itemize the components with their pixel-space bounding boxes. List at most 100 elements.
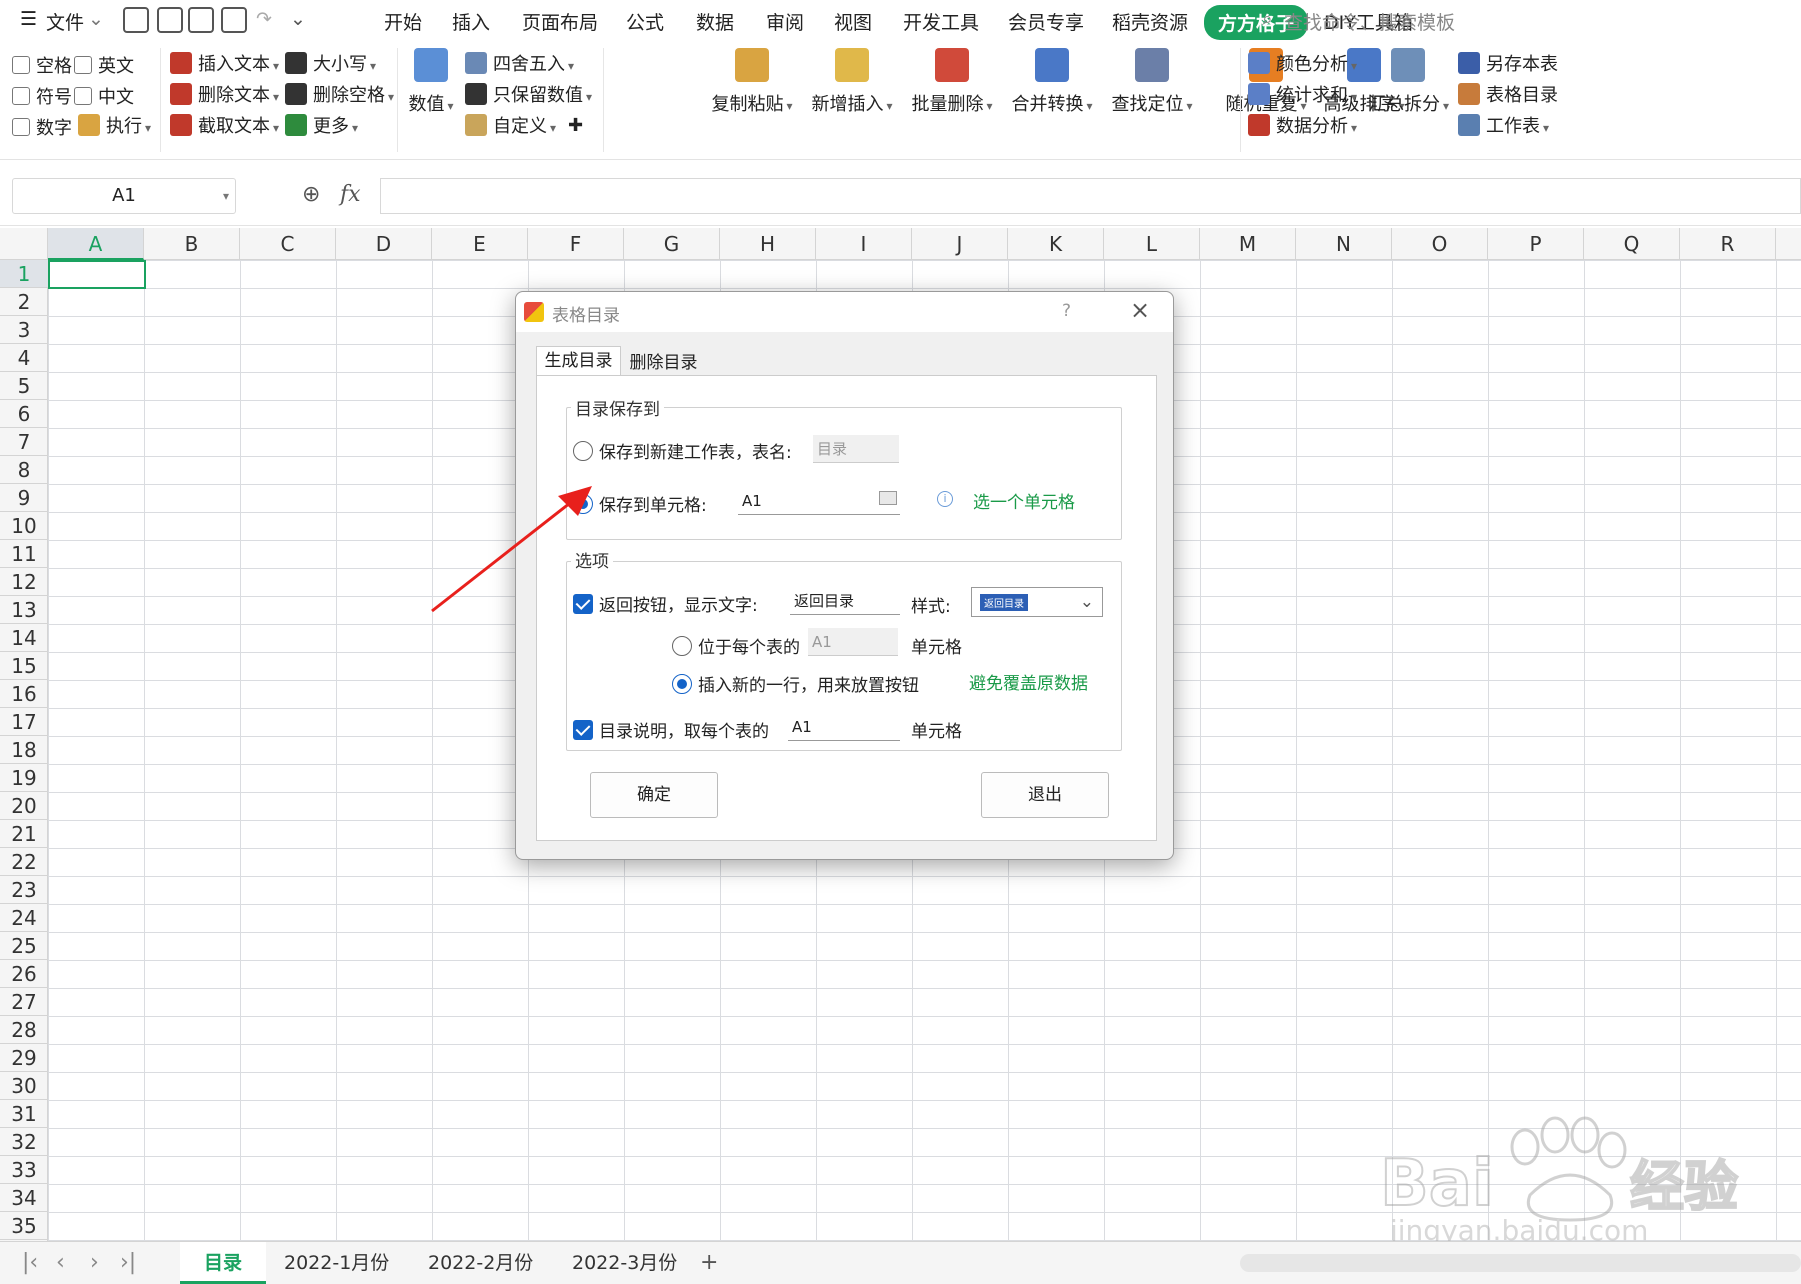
row-header-28[interactable]: 28	[0, 1016, 48, 1044]
range-select-icon[interactable]	[879, 491, 897, 505]
column-header-K[interactable]: K	[1008, 228, 1104, 260]
row-header-27[interactable]: 27	[0, 988, 48, 1016]
column-header-L[interactable]: L	[1104, 228, 1200, 260]
execute-button[interactable]: 执行	[78, 112, 151, 138]
close-icon[interactable]: ×	[1130, 296, 1150, 324]
menu-file[interactable]: 文件	[46, 8, 84, 35]
column-header-J[interactable]: J	[912, 228, 1008, 260]
horizontal-scrollbar[interactable]	[1240, 1254, 1801, 1272]
row-header-32[interactable]: 32	[0, 1128, 48, 1156]
row-header-22[interactable]: 22	[0, 848, 48, 876]
remove-space-button[interactable]: 删除空格	[285, 81, 394, 107]
row-header-29[interactable]: 29	[0, 1044, 48, 1072]
column-header-M[interactable]: M	[1200, 228, 1296, 260]
menu-tab-7[interactable]: 开发工具	[903, 8, 979, 35]
checkbox-icon[interactable]	[12, 87, 30, 105]
prev-sheet-icon[interactable]: ‹	[56, 1250, 65, 1275]
custom-button[interactable]: 自定义✚	[465, 112, 583, 138]
sheet-tab-2[interactable]: 2022-2月份	[404, 1242, 557, 1284]
menu-tab-9[interactable]: 稻壳资源	[1112, 8, 1188, 35]
column-header-F[interactable]: F	[528, 228, 624, 260]
sheet-tab-0[interactable]: 目录	[180, 1242, 267, 1284]
row-header-30[interactable]: 30	[0, 1072, 48, 1100]
more-button[interactable]: 更多	[285, 112, 358, 138]
insert-text-button[interactable]: 插入文本	[170, 50, 279, 76]
round-button[interactable]: 四舍五入	[465, 50, 574, 76]
print-preview-icon[interactable]	[221, 7, 247, 33]
fx-icon[interactable]: fx	[340, 182, 361, 207]
row-header-35[interactable]: 35	[0, 1212, 48, 1240]
column-header-B[interactable]: B	[144, 228, 240, 260]
last-sheet-icon[interactable]: ›|	[120, 1250, 136, 1275]
row-header-7[interactable]: 7	[0, 428, 48, 456]
sheet-catalog-button[interactable]: 表格目录	[1458, 81, 1558, 107]
row-header-12[interactable]: 12	[0, 568, 48, 596]
ribbon-big-button-2[interactable]: 批量删除	[900, 48, 1004, 116]
column-header-N[interactable]: N	[1296, 228, 1392, 260]
row-header-9[interactable]: 9	[0, 484, 48, 512]
search-icon[interactable]: ⌕	[1262, 8, 1273, 30]
row-header-4[interactable]: 4	[0, 344, 48, 372]
row-header-8[interactable]: 8	[0, 456, 48, 484]
row-header-1[interactable]: 1	[0, 260, 48, 288]
menu-tab-3[interactable]: 公式	[626, 8, 664, 35]
print-icon[interactable]	[188, 7, 214, 33]
active-cell-a1[interactable]	[48, 260, 146, 289]
ribbon-big-button-0[interactable]: 复制粘贴	[700, 48, 804, 116]
column-header-G[interactable]: G	[624, 228, 720, 260]
numeric-button[interactable]: 数值	[407, 48, 455, 116]
column-header-I[interactable]: I	[816, 228, 912, 260]
checkbox-icon[interactable]	[12, 118, 30, 136]
row-header-16[interactable]: 16	[0, 680, 48, 708]
checkbox-number[interactable]: 数字	[12, 114, 72, 140]
checkbox-icon[interactable]	[12, 56, 30, 74]
row-header-23[interactable]: 23	[0, 876, 48, 904]
column-header-E[interactable]: E	[432, 228, 528, 260]
plus-icon[interactable]: ✚	[568, 115, 583, 136]
export-icon[interactable]	[157, 7, 183, 33]
row-header-26[interactable]: 26	[0, 960, 48, 988]
row-header-5[interactable]: 5	[0, 372, 48, 400]
menu-tab-8[interactable]: 会员专享	[1008, 8, 1084, 35]
ribbon-big-button-3[interactable]: 合并转换	[1000, 48, 1104, 116]
sum-button[interactable]: 统计求和	[1248, 81, 1357, 107]
zoom-icon[interactable]: ⊕	[302, 182, 320, 207]
keep-values-button[interactable]: 只保留数值	[465, 81, 592, 107]
checkbox-checked-icon[interactable]	[573, 719, 593, 740]
save-sheet-button[interactable]: 另存本表	[1458, 50, 1558, 76]
help-icon[interactable]: ?	[1062, 301, 1071, 321]
radio-icon[interactable]	[672, 673, 692, 694]
row-header-6[interactable]: 6	[0, 400, 48, 428]
color-analysis-button[interactable]: 颜色分析	[1248, 50, 1357, 76]
row-header-2[interactable]: 2	[0, 288, 48, 316]
menu-tab-6[interactable]: 视图	[834, 8, 872, 35]
checkbox-chinese[interactable]: 中文	[74, 83, 134, 109]
tab-generate[interactable]: 生成目录	[536, 346, 621, 376]
tab-delete[interactable]: 删除目录	[621, 350, 706, 376]
row-header-11[interactable]: 11	[0, 540, 48, 568]
row-header-21[interactable]: 21	[0, 820, 48, 848]
chevron-down-icon[interactable]: ⌄	[1080, 592, 1094, 612]
checkbox-back-button[interactable]: 返回按钮，显示文字:	[573, 591, 758, 616]
description-cell-input[interactable]: A1	[788, 713, 900, 741]
sheet-tab-3[interactable]: 2022-3月份	[548, 1242, 701, 1284]
row-header-10[interactable]: 10	[0, 512, 48, 540]
checkbox-symbol[interactable]: 符号	[12, 83, 72, 109]
formula-input[interactable]	[380, 178, 1801, 214]
name-box[interactable]: A1 ▾	[12, 178, 236, 214]
column-header-O[interactable]: O	[1392, 228, 1488, 260]
radio-insert-new-row[interactable]: 插入新的一行，用来放置按钮	[672, 671, 919, 696]
radio-icon[interactable]	[573, 440, 593, 461]
next-sheet-icon[interactable]: ›	[90, 1250, 99, 1275]
sheet-tab-1[interactable]: 2022-1月份	[260, 1242, 413, 1284]
checkbox-catalog-description[interactable]: 目录说明，取每个表的	[573, 717, 769, 742]
radio-save-new-sheet[interactable]: 保存到新建工作表，表名:	[573, 438, 792, 463]
worksheet-button[interactable]: 工作表	[1458, 112, 1549, 138]
row-header-31[interactable]: 31	[0, 1100, 48, 1128]
delete-text-button[interactable]: 删除文本	[170, 81, 279, 107]
save-icon[interactable]	[123, 7, 149, 33]
menu-tab-4[interactable]: 数据	[696, 8, 734, 35]
row-header-33[interactable]: 33	[0, 1156, 48, 1184]
menu-tab-2[interactable]: 页面布局	[522, 8, 598, 35]
row-header-25[interactable]: 25	[0, 932, 48, 960]
